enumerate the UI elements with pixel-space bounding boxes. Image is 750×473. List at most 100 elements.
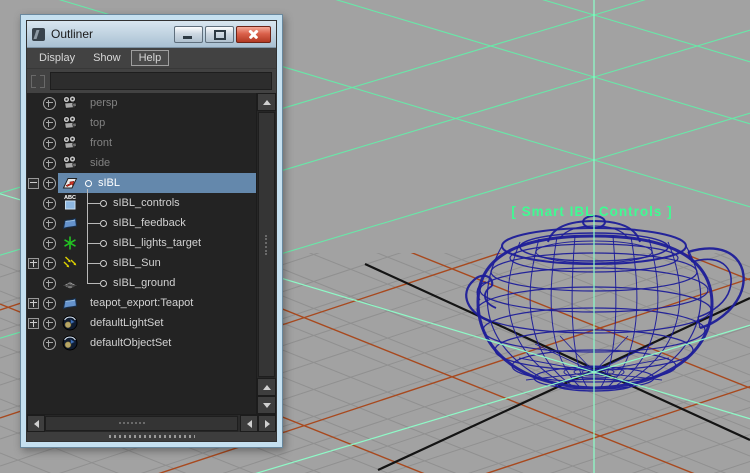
row-side[interactable]: side bbox=[27, 153, 256, 173]
arrow-left-icon bbox=[33, 419, 39, 428]
row-sibl-feedback[interactable]: sIBL_feedback bbox=[27, 213, 256, 233]
menu-help[interactable]: Help bbox=[130, 50, 170, 66]
camera-icon bbox=[62, 95, 78, 111]
node-dot bbox=[100, 219, 107, 227]
node-label: persp bbox=[90, 97, 118, 109]
expand-circle-icon[interactable] bbox=[40, 196, 58, 210]
expand-circle-icon[interactable] bbox=[40, 176, 58, 190]
row-teapot-export[interactable]: teapot_export:Teapot bbox=[27, 293, 256, 313]
node-label: defaultObjectSet bbox=[90, 337, 172, 349]
arrow-right-icon bbox=[264, 419, 270, 428]
row-default-light-set[interactable]: defaultLightSet bbox=[27, 313, 256, 333]
collapse-box-icon[interactable] bbox=[28, 177, 39, 189]
menu-show[interactable]: Show bbox=[85, 50, 129, 66]
expand-circle-icon[interactable] bbox=[40, 216, 58, 230]
row-sibl[interactable]: sIBL bbox=[27, 173, 256, 193]
row-front[interactable]: front bbox=[27, 133, 256, 153]
tree-connector bbox=[87, 282, 100, 284]
vertical-scrollbar[interactable] bbox=[256, 93, 276, 414]
row-default-object-set[interactable]: defaultObjectSet bbox=[27, 333, 256, 353]
horizontal-scroll-track[interactable] bbox=[45, 415, 238, 432]
outliner-menubar: Display Show Help bbox=[27, 48, 276, 69]
outliner-titlebar[interactable]: Outliner bbox=[27, 21, 276, 48]
node-label: defaultLightSet bbox=[90, 317, 164, 329]
node-label: sIBL_controls bbox=[113, 197, 180, 209]
row-sibl-ground[interactable]: sIBL_ground bbox=[27, 273, 256, 293]
directional-light-icon bbox=[62, 255, 78, 271]
scroll-down-button[interactable] bbox=[257, 396, 276, 414]
minimize-button[interactable] bbox=[174, 25, 203, 43]
tree-connector bbox=[87, 222, 100, 224]
poly-plane-icon bbox=[62, 275, 78, 291]
vertical-scroll-track[interactable] bbox=[257, 111, 276, 378]
scroll-right-button[interactable] bbox=[258, 415, 276, 432]
expand-box-icon[interactable] bbox=[28, 257, 39, 269]
node-dot bbox=[100, 239, 107, 247]
horizontal-scrollbar[interactable] bbox=[27, 414, 276, 432]
outliner-tree[interactable]: persp top front side sIBL ABC sIBL_contr… bbox=[27, 93, 256, 414]
arrow-up-icon bbox=[262, 99, 271, 105]
horizontal-scroll-thumb[interactable] bbox=[45, 416, 238, 431]
expand-circle-icon[interactable] bbox=[40, 96, 58, 110]
outliner-search-row bbox=[27, 69, 276, 93]
expand-circle-icon[interactable] bbox=[40, 156, 58, 170]
scroll-left-button-right[interactable] bbox=[240, 415, 258, 432]
nurbs-surface-icon bbox=[62, 215, 78, 231]
node-label: side bbox=[90, 157, 111, 169]
node-label: top bbox=[90, 117, 106, 129]
tree-connector bbox=[87, 262, 100, 264]
node-label: sIBL_ground bbox=[113, 277, 176, 289]
scroll-up-button-bottom[interactable] bbox=[257, 378, 276, 396]
scroll-left-button[interactable] bbox=[27, 415, 45, 432]
row-sibl-sun[interactable]: sIBL_Sun bbox=[27, 253, 256, 273]
expand-circle-icon[interactable] bbox=[40, 236, 58, 250]
expand-circle-icon[interactable] bbox=[40, 116, 58, 130]
maximize-icon bbox=[214, 29, 226, 40]
maximize-button[interactable] bbox=[205, 25, 234, 43]
tree-connector bbox=[87, 202, 100, 204]
minimize-icon bbox=[183, 35, 192, 39]
camera-icon bbox=[62, 115, 78, 131]
outliner-window: Outliner Display Show Help persp top fro… bbox=[20, 14, 283, 448]
outliner-search-input[interactable] bbox=[50, 72, 272, 90]
expand-circle-icon[interactable] bbox=[40, 316, 58, 330]
expand-box-icon[interactable] bbox=[28, 297, 39, 309]
svg-text:ABC: ABC bbox=[64, 195, 76, 201]
window-title: Outliner bbox=[51, 27, 94, 41]
filter-icon bbox=[31, 74, 45, 89]
row-sibl-controls[interactable]: ABC sIBL_controls bbox=[27, 193, 256, 213]
camera-icon bbox=[62, 135, 78, 151]
close-button[interactable] bbox=[236, 25, 271, 43]
row-sibl-lights-target[interactable]: sIBL_lights_target bbox=[27, 233, 256, 253]
menu-display[interactable]: Display bbox=[31, 50, 83, 66]
row-top[interactable]: top bbox=[27, 113, 256, 133]
expand-circle-icon[interactable] bbox=[40, 296, 58, 310]
node-dot bbox=[100, 279, 107, 287]
node-label: front bbox=[90, 137, 113, 149]
node-label: sIBL_Sun bbox=[113, 257, 161, 269]
vertical-scroll-thumb[interactable] bbox=[258, 112, 275, 377]
tree-branch-line bbox=[87, 189, 88, 284]
tree-connector bbox=[87, 242, 100, 244]
expand-circle-icon[interactable] bbox=[40, 136, 58, 150]
expand-box-icon[interactable] bbox=[28, 317, 39, 329]
expand-circle-icon[interactable] bbox=[40, 256, 58, 270]
expand-circle-icon[interactable] bbox=[40, 336, 58, 350]
expand-circle-icon[interactable] bbox=[40, 276, 58, 290]
nurbs-surface-icon bbox=[62, 295, 78, 311]
scroll-up-button[interactable] bbox=[257, 93, 276, 111]
image-plane-icon bbox=[62, 175, 78, 191]
row-persp[interactable]: persp bbox=[27, 93, 256, 113]
node-dot bbox=[85, 179, 92, 187]
camera-icon bbox=[62, 155, 78, 171]
window-resize-grip[interactable] bbox=[27, 432, 276, 441]
arrow-up-icon bbox=[262, 384, 271, 390]
text-plane-icon: ABC bbox=[62, 195, 78, 211]
arrow-down-icon bbox=[262, 402, 271, 408]
object-set-icon bbox=[62, 335, 78, 351]
arrow-left-icon bbox=[246, 419, 252, 428]
node-dot bbox=[100, 199, 107, 207]
node-label: teapot_export:Teapot bbox=[90, 297, 194, 309]
maya-app-icon bbox=[32, 27, 45, 41]
node-label: sIBL_feedback bbox=[113, 217, 186, 229]
